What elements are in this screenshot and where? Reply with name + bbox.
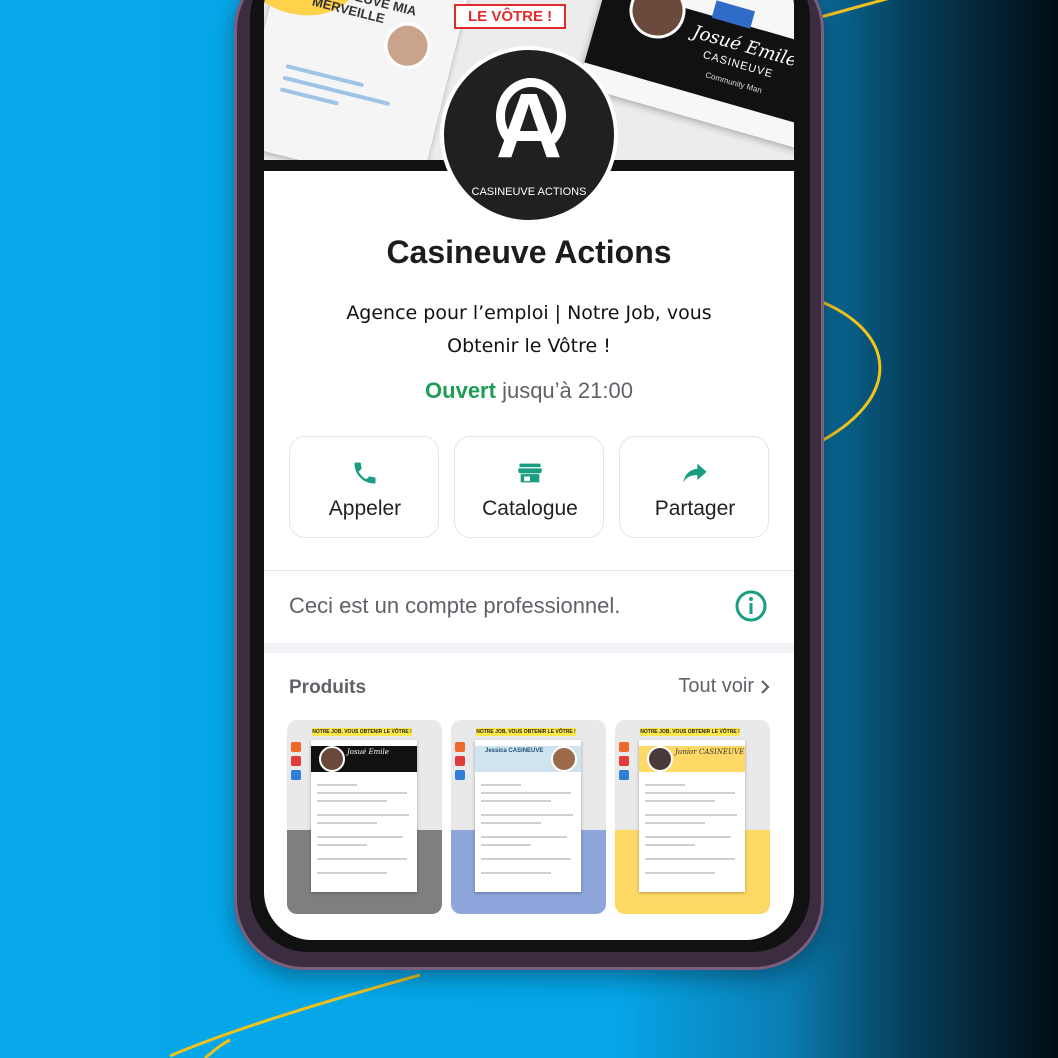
info-icon[interactable] (734, 589, 768, 623)
phone-icon (290, 457, 440, 489)
business-logo[interactable]: A CASINEUVE ACTIONS (440, 46, 618, 224)
product-tag: NOTRE JOB, VOUS OBTENIR LE VÔTRE ! (640, 728, 740, 736)
call-button[interactable]: Appeler (289, 436, 439, 538)
store-icon (455, 457, 605, 489)
business-hours: Ouvert jusqu’à 21:00 (264, 378, 794, 404)
cover-cv-left: CASINEUVE MIA MERVEILLE (264, 0, 469, 171)
product-thumbnail: Junior CASINEUVE (639, 740, 745, 892)
chevron-right-icon (761, 679, 770, 694)
action-buttons: Appeler Catalogue Partager (289, 436, 771, 540)
profile-screen: CASINEUVE MIA MERVEILLE Josué Emile CASI… (264, 0, 794, 940)
logo-letter: A (495, 75, 563, 177)
product-name: Jessica CASINEUVE (485, 748, 544, 754)
catalogue-label: Catalogue (482, 497, 578, 520)
logo-text: CASINEUVE ACTIONS (471, 186, 587, 198)
cover-tag: LE VÔTRE ! (454, 4, 567, 29)
product-carousel: NOTRE JOB, VOUS OBTENIR LE VÔTRE ! Josué… (287, 720, 771, 914)
business-account-text: Ceci est un compte professionnel. (289, 593, 621, 618)
share-label: Partager (654, 497, 736, 520)
product-thumbnail: Josué Emile (311, 740, 417, 892)
product-thumbnail: Jessica CASINEUVE (475, 740, 581, 892)
call-label: Appeler (328, 497, 402, 520)
see-all-link[interactable]: Tout voir (678, 675, 770, 698)
product-card[interactable]: NOTRE JOB, VOUS OBTENIR LE VÔTRE ! Junio… (615, 720, 770, 914)
product-card[interactable]: NOTRE JOB, VOUS OBTENIR LE VÔTRE ! Jessi… (451, 720, 606, 914)
product-name: Josué Emile (347, 748, 389, 756)
business-description: Agence pour l’emploi | Notre Job, vous O… (346, 302, 712, 357)
product-name: Junior CASINEUVE (675, 748, 745, 756)
hours-until: jusqu’à 21:00 (502, 378, 633, 403)
business-account-notice[interactable]: Ceci est un compte professionnel. (264, 571, 794, 643)
share-icon (620, 457, 770, 489)
product-tag: NOTRE JOB, VOUS OBTENIR LE VÔTRE ! (476, 728, 576, 736)
products-title: Produits (289, 677, 367, 698)
product-card[interactable]: NOTRE JOB, VOUS OBTENIR LE VÔTRE ! Josué… (287, 720, 442, 914)
share-button[interactable]: Partager (619, 436, 769, 538)
hours-status: Ouvert (425, 378, 496, 403)
business-name: Casineuve Actions (386, 234, 672, 270)
see-all-label: Tout voir (678, 675, 754, 697)
catalogue-button[interactable]: Catalogue (454, 436, 604, 538)
product-tag: NOTRE JOB, VOUS OBTENIR LE VÔTRE ! (312, 728, 412, 736)
